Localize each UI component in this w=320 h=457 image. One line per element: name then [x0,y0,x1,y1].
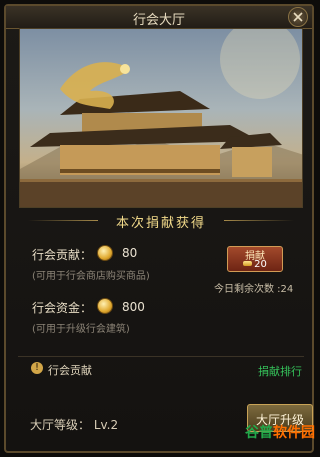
donate-cost-value: 20 [254,259,267,270]
watermark-part2: 软件园 [273,425,315,441]
contribution-note: (可用于行会商店购买商品) [32,271,150,282]
donate-cost: 20 [228,259,282,270]
coin-icon [97,245,113,261]
info-icon[interactable]: ! [31,362,43,374]
contribution-label: 行会贡献： [32,248,93,262]
funds-value: 800 [122,300,145,314]
coin-icon [97,298,113,314]
contribution-value: 80 [122,246,138,260]
title-bar: 行会大厅 [6,6,312,29]
watermark-part1: 谷普 [245,425,273,441]
window-title: 行会大厅 [132,13,185,28]
donate-button[interactable]: 捐献 20 [227,246,283,272]
guild-hall-banner [19,28,303,208]
watermark: 谷普软件园 [245,422,317,448]
hall-level: 大厅等级： Lv.2 [30,418,119,432]
funds-label: 行会资金： [32,301,93,315]
funds-note: (可用于升级行会建筑) [32,324,130,335]
info-label[interactable]: 行会贡献 [48,362,92,378]
coin-icon [243,261,253,266]
donation-rank-link[interactable]: 捐献排行 [258,363,302,379]
close-icon [293,12,303,22]
footer-divider [18,356,304,357]
divider-right [224,220,294,221]
palace-illustration [20,29,302,207]
section-title: 本次捐献获得 [115,216,206,231]
reward-section-header: 本次捐献获得 [18,210,304,232]
close-button[interactable] [288,7,308,27]
remaining-count: 今日剩余次数 :24 [214,284,294,295]
